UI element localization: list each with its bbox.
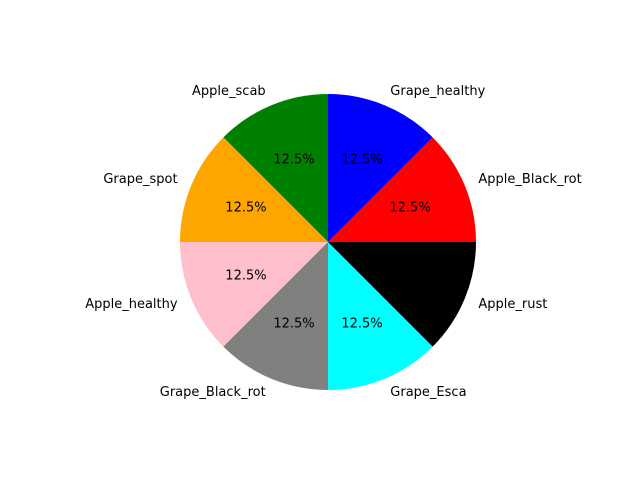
- slice-label-grape-healthy: Grape_healthy: [390, 84, 485, 99]
- slice-label-apple-rust: Apple_rust: [478, 297, 547, 312]
- slice-label-grape-black-rot: Grape_Black_rot: [160, 385, 266, 400]
- pie-chart-svg: Apple_scab 12.5% Grape_spot 12.5% Apple_heal…: [85, 84, 581, 400]
- slice-label-grape-esca: Grape_Esca: [390, 385, 466, 400]
- slice-label-apple-healthy: Apple_healthy: [85, 297, 178, 312]
- slice-label-grape-spot: Grape_spot: [103, 172, 177, 187]
- pie-chart: Apple_scab 12.5% Grape_spot 12.5% Apple_heal…: [0, 0, 640, 480]
- slice-percent-apple-healthy: 12.5%: [225, 268, 266, 283]
- slice-percent-grape-healthy: 12.5%: [341, 152, 382, 167]
- slice-label-apple-black-rot: Apple_Black_rot: [478, 172, 581, 187]
- slice-percent-grape-esca: 12.5%: [341, 317, 382, 332]
- slice-label-apple-scab: Apple_scab: [192, 84, 266, 99]
- slice-percent-grape-black-rot: 12.5%: [273, 317, 314, 332]
- slice-percent-apple-scab: 12.5%: [273, 152, 314, 167]
- slice-percent-apple-black-rot: 12.5%: [389, 201, 430, 216]
- slice-percent-apple-rust: 12.5%: [389, 268, 430, 283]
- slice-percent-grape-spot: 12.5%: [225, 201, 266, 216]
